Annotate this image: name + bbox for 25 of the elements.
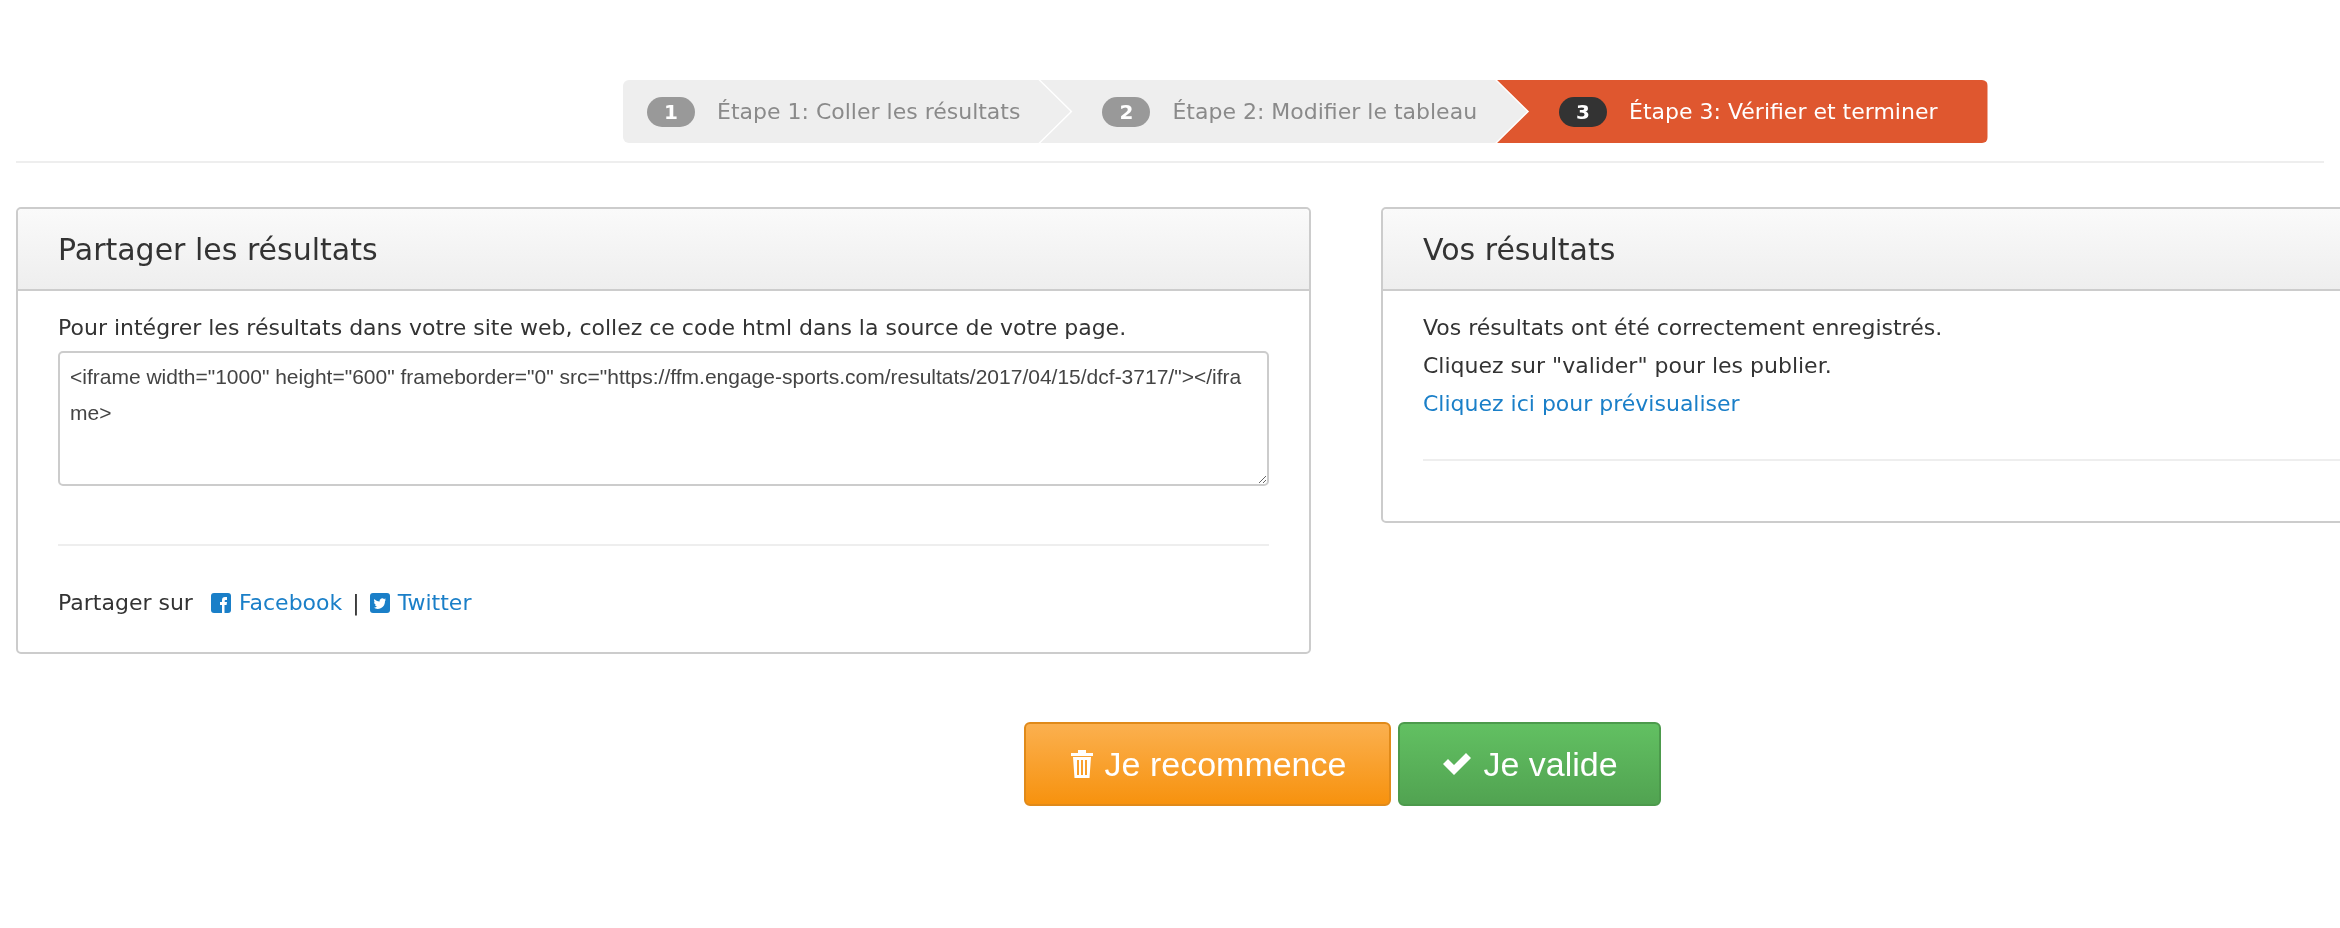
step-number: 1: [647, 96, 695, 127]
trash-icon: [1068, 748, 1095, 780]
results-text: Cliquez sur "valider" pour les publier.: [1423, 352, 1833, 380]
step-number: 3: [1559, 96, 1608, 127]
share-label: Partager sur: [58, 589, 193, 617]
validate-button[interactable]: Je valide: [1398, 722, 1661, 806]
step-tab[interactable]: 2 Étape 2: Modifier le tableau: [1040, 80, 1528, 143]
step-label: Étape 3: Vérifier et terminer: [1629, 99, 1938, 124]
panel-title: Partager les résultats: [18, 209, 1309, 291]
step-number: 2: [1102, 96, 1151, 127]
step-tab[interactable]: 1 Étape 1: Coller les résultats: [623, 80, 1071, 143]
step-tab[interactable]: 3 Étape 3: Vérifier et terminer: [1497, 80, 1988, 143]
step-label: Étape 1: Coller les résultats: [717, 99, 1021, 124]
results-text: Vos résultats ont été correctement enregistrés.: [1423, 314, 1944, 342]
separator: |: [352, 589, 360, 618]
facebook-icon: [210, 593, 231, 613]
twitter-icon: [369, 593, 390, 613]
instructions-text: Pour intégrer les résultats dans votre site web, collez ce code html dans la source de votre page.: [58, 314, 1128, 342]
embed-code-field[interactable]: <iframe width="1000" height="600" frameborder="0" src="https://ffm.engage-sports.com/resultats/2017/04/15/dcf-3717/"></iframe>: [58, 351, 1269, 486]
preview-link[interactable]: Cliquez ici pour prévisualiser: [1423, 385, 1740, 423]
step-label: Étape 2: Modifier le tableau: [1172, 99, 1478, 124]
check-icon: [1441, 751, 1474, 777]
twitter-link[interactable]: Twitter: [369, 584, 472, 622]
facebook-link[interactable]: Facebook: [210, 584, 343, 622]
panel-title: Vos résultats: [1383, 209, 2340, 291]
